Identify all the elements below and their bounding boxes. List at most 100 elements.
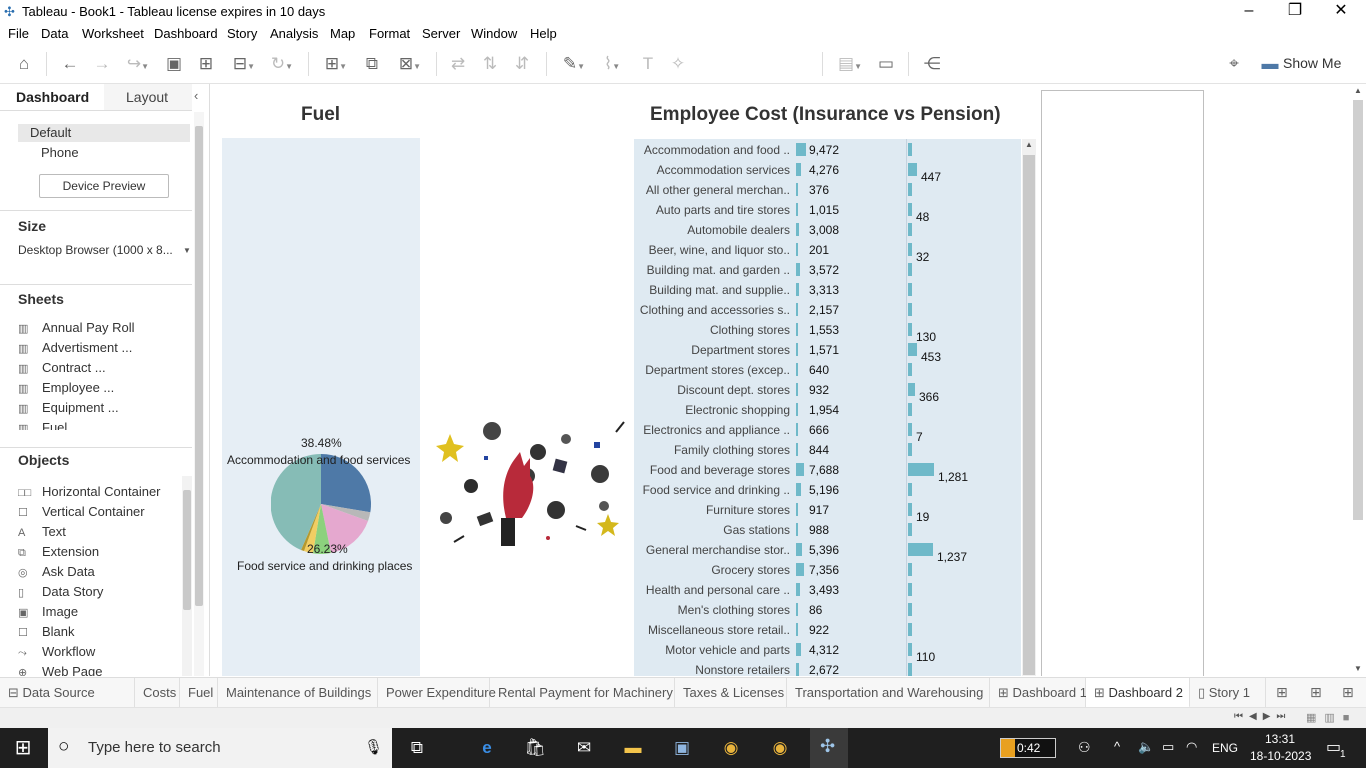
people-icon[interactable]: ⚇: [1078, 739, 1091, 756]
sheet-tab[interactable]: Rental Payment for Machinery: [490, 678, 675, 708]
view-mode-icons[interactable]: ▦▥■: [1306, 711, 1357, 724]
battery-icon[interactable]: ▭: [1162, 739, 1174, 755]
object-item[interactable]: ⧉ Extension: [18, 542, 99, 562]
taskbar-search[interactable]: ○ Type here to search 🎙: [48, 728, 392, 768]
sheet-tab[interactable]: ⊞ Dashboard 1: [990, 678, 1087, 708]
insurance-bar[interactable]: [796, 243, 798, 256]
employee-cost-scrollbar[interactable]: ▲: [1022, 139, 1036, 676]
sheet-tab[interactable]: Fuel: [180, 678, 218, 708]
device-phone[interactable]: Phone: [41, 145, 79, 160]
pension-bar[interactable]: [908, 343, 917, 356]
microphone-icon[interactable]: 🎙: [364, 738, 383, 756]
object-item[interactable]: ☐ Vertical Container: [18, 502, 145, 522]
labels-icon[interactable]: T: [636, 52, 660, 76]
insurance-bar[interactable]: [796, 663, 799, 676]
object-item[interactable]: ☐ Blank: [18, 622, 75, 642]
sheet-item[interactable]: ▥ Fuel: [18, 418, 67, 430]
duplicate-icon[interactable]: ⧉: [360, 52, 384, 76]
sheet-item[interactable]: ▥ Employee ...: [18, 378, 114, 398]
insurance-bar[interactable]: [796, 223, 799, 236]
insurance-bar[interactable]: [796, 523, 798, 536]
undo-icon[interactable]: ←: [58, 52, 82, 76]
pension-bar[interactable]: [908, 523, 912, 536]
task-view-icon[interactable]: ⧉: [404, 736, 430, 760]
pension-bar[interactable]: [908, 443, 912, 456]
insurance-bar[interactable]: [796, 563, 804, 576]
pension-bar[interactable]: [908, 483, 912, 496]
tab-navigation-icons[interactable]: ⏮◀▶⏭: [1234, 711, 1291, 722]
fuel-pie-chart[interactable]: [271, 454, 371, 554]
highlight-icon[interactable]: ✎▼: [558, 52, 590, 76]
insurance-bar[interactable]: [796, 403, 798, 416]
menu-data[interactable]: Data: [41, 26, 68, 41]
pension-bar[interactable]: [908, 463, 934, 476]
tab-layout[interactable]: Layout: [104, 84, 192, 110]
show-me-icon[interactable]: ▬: [1260, 52, 1280, 76]
sheet-tab[interactable]: Taxes & Licenses: [675, 678, 787, 708]
menu-file[interactable]: File: [8, 26, 29, 41]
wifi-icon[interactable]: ◠: [1186, 739, 1197, 755]
sheet-item[interactable]: ▥ Annual Pay Roll: [18, 318, 135, 338]
pension-bar[interactable]: [908, 543, 933, 556]
pension-bar[interactable]: [908, 183, 912, 196]
pension-bar[interactable]: [908, 583, 912, 596]
tableau-taskbar-button[interactable]: ✣: [810, 728, 848, 768]
insurance-bar[interactable]: [796, 203, 798, 216]
swap-icon[interactable]: ⇄: [446, 52, 470, 76]
menu-format[interactable]: Format: [369, 26, 410, 41]
mail-icon[interactable]: ✉: [571, 736, 597, 760]
pension-bar[interactable]: [908, 283, 912, 296]
pension-bar[interactable]: [908, 143, 912, 156]
pension-bar[interactable]: [908, 203, 912, 216]
clock-date[interactable]: 18-10-2023: [1250, 749, 1311, 763]
sheet-tab[interactable]: Maintenance of Buildings: [218, 678, 378, 708]
pension-bar[interactable]: [908, 503, 912, 516]
clear-sheet-icon[interactable]: ⊠▼: [392, 52, 428, 76]
pension-bar[interactable]: [908, 243, 912, 256]
pension-bar[interactable]: [908, 323, 912, 336]
sheet-item[interactable]: ▥ Contract ...: [18, 358, 106, 378]
insurance-bar[interactable]: [796, 503, 798, 516]
sheet-tab[interactable]: ▯ Story 1: [1190, 678, 1266, 708]
sheet-item[interactable]: ▥ Equipment ...: [18, 398, 119, 418]
device-preview-button[interactable]: Device Preview: [39, 174, 169, 198]
menu-analysis[interactable]: Analysis: [270, 26, 318, 41]
object-item[interactable]: ⤳ Workflow: [18, 642, 95, 662]
pension-bar[interactable]: [908, 263, 912, 276]
insurance-bar[interactable]: [796, 603, 798, 616]
sheet-item[interactable]: ▥ Advertisment ...: [18, 338, 132, 358]
file-explorer-icon[interactable]: ▬: [620, 736, 646, 760]
volume-icon[interactable]: 🔈: [1138, 739, 1154, 755]
object-item[interactable]: ▣ Image: [18, 602, 78, 622]
refresh-icon[interactable]: ↻▼: [264, 52, 300, 76]
insurance-bar[interactable]: [796, 263, 800, 276]
menu-window[interactable]: Window: [471, 26, 517, 41]
pension-bar[interactable]: [908, 623, 912, 636]
object-item[interactable]: A Text: [18, 522, 66, 542]
pension-bar[interactable]: [908, 603, 912, 616]
menu-worksheet[interactable]: Worksheet: [82, 26, 144, 41]
insurance-bar[interactable]: [796, 303, 798, 316]
tab-dashboard[interactable]: Dashboard: [0, 84, 104, 110]
employee-cost-scroll-thumb[interactable]: [1023, 155, 1035, 675]
show-cards-icon[interactable]: ▤▼: [834, 52, 866, 76]
scroll-up-icon[interactable]: ▲: [1354, 86, 1362, 95]
insurance-bar[interactable]: [796, 383, 798, 396]
insurance-bar[interactable]: [796, 323, 798, 336]
left-panel-scrollbar[interactable]: [194, 112, 204, 676]
pension-bar[interactable]: [908, 403, 912, 416]
dashboard-scrollbar[interactable]: ▲ ▼: [1350, 84, 1366, 676]
new-story-tab-icon[interactable]: ⊞: [1342, 684, 1354, 701]
sort-descending-icon[interactable]: ⇵: [510, 52, 534, 76]
pause-updates-icon[interactable]: ⊟▼: [226, 52, 262, 76]
save-icon[interactable]: ▣: [162, 52, 186, 76]
insurance-bar[interactable]: [796, 463, 804, 476]
home-icon[interactable]: ⌂: [12, 52, 36, 76]
pin-icon[interactable]: ✧: [666, 52, 690, 76]
pension-bar[interactable]: [908, 303, 912, 316]
pension-bar[interactable]: [908, 363, 912, 376]
minimize-icon[interactable]: –: [1226, 0, 1272, 24]
windows-start-icon[interactable]: ⊞: [10, 736, 36, 760]
object-item[interactable]: ⊕ Web Page: [18, 662, 102, 676]
menu-server[interactable]: Server: [422, 26, 460, 41]
